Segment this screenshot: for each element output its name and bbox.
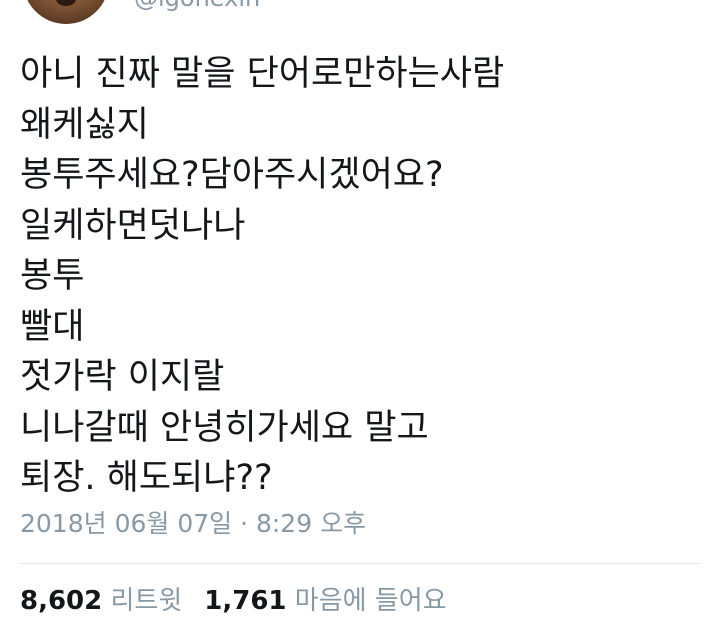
tweet-line: 봉투주세요?담아주시겠어요? (20, 155, 444, 195)
author-handle[interactable]: @igonexin (134, 0, 260, 12)
tweet-line: 아니 진짜 말을 단어로만하는사람 (20, 54, 505, 94)
retweet-stat[interactable]: 8,602 리트윗 (20, 586, 182, 616)
tweet-text: 아니 진짜 말을 단어로만하는사람 왜케싫지 봉투주세요?담아주시겠어요? 일케… (20, 49, 710, 504)
like-count: 1,761 (204, 586, 287, 616)
tweet-line: 퇴장. 해도되냐?? (20, 458, 273, 498)
like-label: 마음에 들어요 (294, 586, 447, 616)
avatar[interactable] (23, 0, 109, 24)
tweet-line: 일케하면덧나나 (20, 205, 246, 246)
tweet-line: 젓가락 이지랄 (20, 357, 225, 397)
retweet-count: 8,602 (20, 586, 103, 616)
like-stat[interactable]: 1,761 마음에 들어요 (204, 586, 446, 616)
tweet-line: 봉투 (20, 256, 85, 296)
avatar-photo-detail (56, 0, 76, 6)
tweet-line: 빨대 (20, 306, 85, 347)
divider (20, 563, 700, 564)
retweet-label: 리트윗 (110, 586, 183, 616)
tweet-line: 니나갈때 안녕히가세요 말고 (20, 407, 429, 448)
tweet-line: 왜케싫지 (20, 104, 149, 145)
tweet-timestamp[interactable]: 2018년 06월 07일 · 8:29 오후 (20, 504, 366, 540)
